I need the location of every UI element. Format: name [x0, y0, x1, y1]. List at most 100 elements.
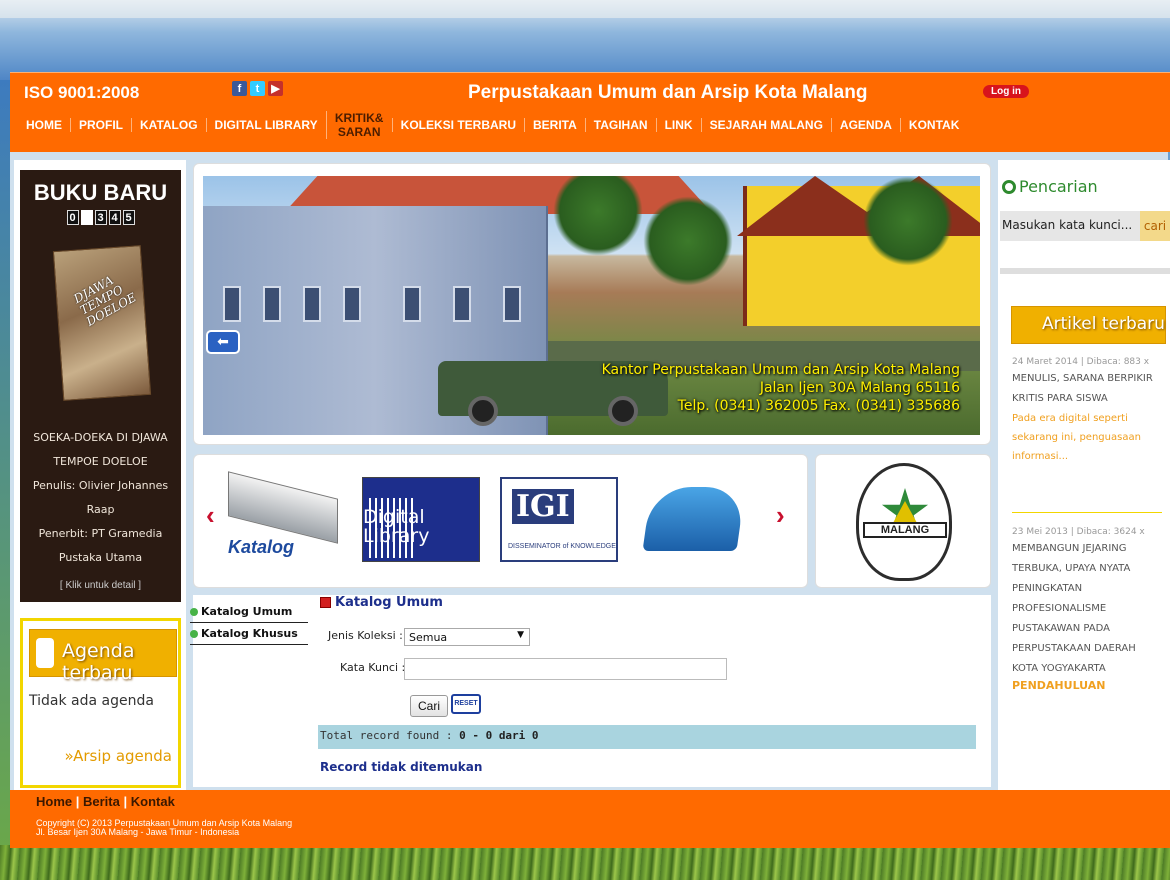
youtube-icon[interactable]: ▶ [268, 81, 283, 96]
footer-links: Home | Berita | Kontak [36, 794, 175, 809]
main-nav: HOME PROFIL KATALOG DIGITAL LIBRARY KRIT… [26, 111, 967, 139]
site-title: Perpustakaan Umum dan Arsip Kota Malang [468, 82, 868, 103]
site-header: ISO 9001:2008 f t ▶ Perpustakaan Umum da… [10, 72, 1170, 152]
nav-link[interactable]: LINK [655, 118, 701, 132]
photo-palm [643, 196, 733, 286]
counter-digit: 5 [122, 210, 135, 225]
quick-links-carousel: ‹ Katalog Digital Library IGI DISSEMINAT… [193, 454, 808, 588]
divider [1012, 512, 1162, 513]
result-value: 0 - 0 dari 0 [459, 729, 539, 742]
kata-kunci-label: Kata Kunci : [340, 661, 406, 674]
nav-tagihan[interactable]: TAGIHAN [584, 118, 656, 132]
bullet-icon [190, 607, 198, 616]
footer-separator: | [72, 794, 83, 809]
divider [1000, 268, 1170, 274]
login-button[interactable]: Log in [983, 85, 1029, 98]
bullet-icon [190, 629, 198, 638]
search-button[interactable]: cari [1140, 211, 1170, 241]
nav-home[interactable]: HOME [26, 118, 70, 132]
counter-digit: 0 [66, 210, 79, 225]
carousel-prev-icon[interactable]: ‹ [206, 500, 215, 531]
nav-kontak[interactable]: KONTAK [899, 118, 967, 132]
nav-katalog[interactable]: KATALOG [131, 118, 206, 132]
photo-window [263, 286, 281, 322]
facebook-icon[interactable]: f [232, 81, 247, 96]
reset-button[interactable]: RESET [451, 694, 481, 714]
mailbox-link[interactable] [639, 477, 749, 562]
catalog-section [193, 595, 991, 787]
footer-home-link[interactable]: Home [36, 794, 72, 809]
catalog-nav: Katalog Umum Katalog Khusus [190, 601, 308, 645]
nav-sejarah-malang[interactable]: SEJARAH MALANG [700, 118, 831, 132]
photo-palm [863, 176, 953, 266]
footer-berita-link[interactable]: Berita [83, 794, 120, 809]
article-title-link[interactable]: MENULIS, SARANA BERPIKIR KRITIS PARA SIS… [1012, 369, 1164, 409]
site-footer: Home | Berita | Kontak Copyright (C) 201… [10, 790, 1170, 848]
book-detail-link[interactable]: [ Klik untuk detail ] [20, 580, 181, 591]
jenis-koleksi-value: Semua [409, 631, 448, 644]
article-excerpt[interactable]: PENDAHULUAN [1012, 679, 1164, 692]
banner-caption-line: Telp. (0341) 362005 Fax. (0341) 335686 [677, 398, 960, 414]
background-left-edge [0, 80, 10, 850]
catalog-nav-label: Katalog Khusus [201, 627, 298, 640]
catalog-title-text: Katalog Umum [335, 595, 443, 610]
banner-caption: Kantor Perpustakaan Umum dan Arsip Kota … [602, 361, 960, 415]
kata-kunci-input[interactable] [404, 658, 727, 680]
agenda-empty-text: Tidak ada agenda [29, 693, 154, 709]
nav-digital-library[interactable]: DIGITAL LIBRARY [205, 118, 326, 132]
background-top [0, 0, 1170, 18]
katalog-link-label: Katalog [228, 537, 295, 557]
digital-library-link[interactable]: Digital Library [362, 477, 480, 562]
result-summary: Total record found : 0 - 0 dari 0 [318, 725, 976, 749]
search-input[interactable]: Masukan kata kunci... [1000, 211, 1140, 241]
agenda-icon [36, 638, 54, 668]
address-line: Jl. Besar Ijen 30A Malang - Jawa Timur -… [36, 827, 240, 837]
book-cover-title: DJAWA TEMPO DOELOE [71, 273, 139, 329]
nav-koleksi-terbaru[interactable]: KOLEKSI TERBARU [391, 118, 524, 132]
new-book-widget[interactable]: BUKU BARU 0 3 4 5 DJAWA TEMPO DOELOE SOE… [20, 170, 181, 602]
catalog-nav-umum[interactable]: Katalog Umum [190, 601, 308, 623]
book-info: SOEKA-DOEKA DI DJAWA TEMPOE DOELOE Penul… [20, 426, 181, 570]
arrow-left-icon: ⬅ [206, 330, 240, 354]
catalog-title-icon [320, 597, 331, 608]
nav-profil[interactable]: PROFIL [70, 118, 131, 132]
book-counter: 0 3 4 5 [20, 210, 181, 225]
cari-button[interactable]: Cari [410, 695, 448, 717]
photo-window [343, 286, 361, 322]
photo-car-wheel [468, 396, 498, 426]
nav-agenda[interactable]: AGENDA [830, 118, 900, 132]
twitter-icon[interactable]: t [250, 81, 265, 96]
katalog-box-icon [228, 471, 338, 544]
igi-logo: IGI [512, 489, 574, 524]
chevron-down-icon: ▼ [517, 630, 524, 640]
nav-kritik-saran[interactable]: KRITIK& SARAN [325, 111, 392, 139]
agenda-archive-link[interactable]: »Arsip agenda [64, 747, 172, 765]
nav-berita[interactable]: BERITA [524, 118, 585, 132]
search-heading: Pencarian [1002, 177, 1098, 196]
article-item: 24 Maret 2014 | Dibaca: 883 x MENULIS, S… [1012, 355, 1164, 466]
article-excerpt[interactable]: Pada era digital seperti sekarang ini, p… [1012, 409, 1164, 466]
catalog-nav-label: Katalog Umum [201, 605, 293, 618]
igi-global-link[interactable]: IGI DISSEMINATOR of KNOWLEDGE [500, 477, 618, 562]
book-cover-image[interactable]: DJAWA TEMPO DOELOE [52, 245, 152, 401]
result-label: Total record found : [320, 729, 453, 742]
photo-window [403, 286, 421, 322]
counter-digit: 3 [94, 210, 107, 225]
articles-title: Artikel terbaru [1042, 314, 1165, 334]
article-title-link[interactable]: MEMBANGUN JEJARING TERBUKA, UPAYA NYATA … [1012, 539, 1164, 679]
agenda-header: Agenda terbaru [29, 629, 177, 684]
banner-caption-line: Jalan Ijen 30A Malang 65116 [759, 380, 960, 396]
right-column [998, 160, 1170, 790]
igi-tagline: DISSEMINATOR of KNOWLEDGE [508, 543, 616, 550]
catalog-nav-khusus[interactable]: Katalog Khusus [190, 623, 308, 645]
iso-label: ISO 9001:2008 [24, 83, 140, 102]
katalog-link[interactable]: Katalog [216, 471, 346, 562]
photo-palm [553, 176, 643, 256]
carousel-next-icon[interactable]: › [776, 500, 785, 531]
footer-kontak-link[interactable]: Kontak [131, 794, 175, 809]
jenis-koleksi-select[interactable]: Semua ▼ [404, 628, 530, 646]
catalog-title: Katalog Umum [320, 595, 443, 610]
book-publisher: Penerbit: PT Gramedia Pustaka Utama [38, 527, 163, 564]
jenis-koleksi-label: Jenis Koleksi : [328, 629, 403, 642]
banner-photo[interactable]: ⬅ Kantor Perpustakaan Umum dan Arsip Kot… [203, 176, 980, 435]
